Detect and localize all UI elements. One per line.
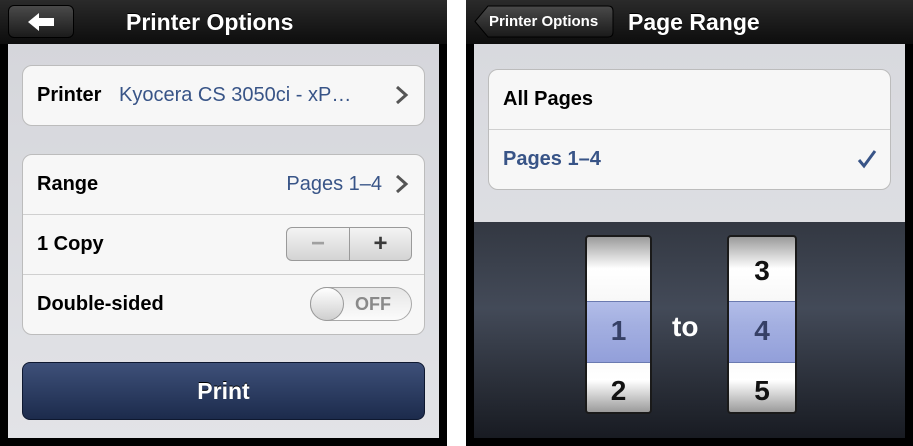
range-row[interactable]: Range Pages 1–4 — [23, 155, 424, 214]
page-range-screen: Printer Options Page Range All Pages Pag… — [466, 0, 913, 446]
printer-group: Printer Kyocera CS 3050ci - xP… — [22, 65, 425, 126]
printer-options-screen: Printer Options Printer Kyocera CS 3050c… — [0, 0, 447, 446]
option-label: All Pages — [503, 88, 594, 110]
options-form: Printer Kyocera CS 3050ci - xP… Range Pa… — [8, 44, 439, 438]
print-button-label: Print — [197, 378, 250, 404]
to-page-wheel[interactable]: 3 4 5 — [727, 235, 797, 414]
wheel-value-selected: 1 — [610, 315, 627, 346]
copies-row: 1 Copy − + — [23, 214, 424, 274]
double-sided-toggle[interactable]: OFF — [310, 287, 412, 321]
printer-row[interactable]: Printer Kyocera CS 3050ci - xP… — [23, 66, 424, 125]
nav-bar: Printer Options Page Range — [466, 0, 913, 44]
minus-icon: − — [310, 230, 325, 257]
checkmark-icon — [857, 150, 877, 169]
range-value: Pages 1–4 — [286, 173, 382, 195]
range-picker: 1 2 to 3 4 5 — [474, 222, 905, 438]
double-sided-label: Double-sided — [37, 293, 164, 315]
wheel-value-below: 2 — [610, 375, 627, 406]
to-label: to — [672, 311, 699, 342]
chevron-right-icon — [396, 85, 409, 105]
page-title: Printer Options — [126, 9, 294, 35]
plus-icon: + — [373, 230, 388, 257]
toggle-state: OFF — [355, 294, 391, 314]
back-arrow-icon — [28, 13, 54, 31]
page-range-content: All Pages Pages 1–4 1 2 to 3 4 5 — [474, 44, 905, 438]
print-button[interactable]: Print — [22, 362, 425, 420]
settings-group: Range Pages 1–4 1 Copy − + Double-sided … — [22, 154, 425, 335]
range-label: Range — [37, 173, 99, 195]
nav-bar: Printer Options — [0, 0, 447, 44]
back-button-label: Printer Options — [489, 13, 599, 30]
wheel-value-selected: 4 — [754, 315, 770, 346]
wheel-value-above: 3 — [754, 255, 770, 286]
option-pages-range[interactable]: Pages 1–4 — [489, 129, 890, 189]
copies-stepper: − + — [286, 227, 412, 261]
wheel-value-below: 5 — [754, 375, 770, 406]
page-title: Page Range — [628, 9, 760, 35]
toggle-knob — [310, 287, 344, 321]
option-all-pages[interactable]: All Pages — [489, 70, 890, 129]
from-page-wheel[interactable]: 1 2 — [585, 235, 652, 414]
printer-label: Printer — [37, 84, 102, 106]
decrement-button[interactable]: − — [287, 228, 350, 260]
option-label: Pages 1–4 — [503, 148, 601, 170]
printer-value: Kyocera CS 3050ci - xP… — [119, 84, 352, 106]
increment-button[interactable]: + — [350, 228, 411, 260]
range-options-group: All Pages Pages 1–4 — [488, 69, 891, 190]
back-button[interactable] — [8, 5, 74, 38]
back-button[interactable]: Printer Options — [474, 5, 614, 38]
chevron-right-icon — [396, 174, 409, 194]
copies-label: 1 Copy — [37, 233, 104, 255]
double-sided-row: Double-sided OFF — [23, 274, 424, 334]
